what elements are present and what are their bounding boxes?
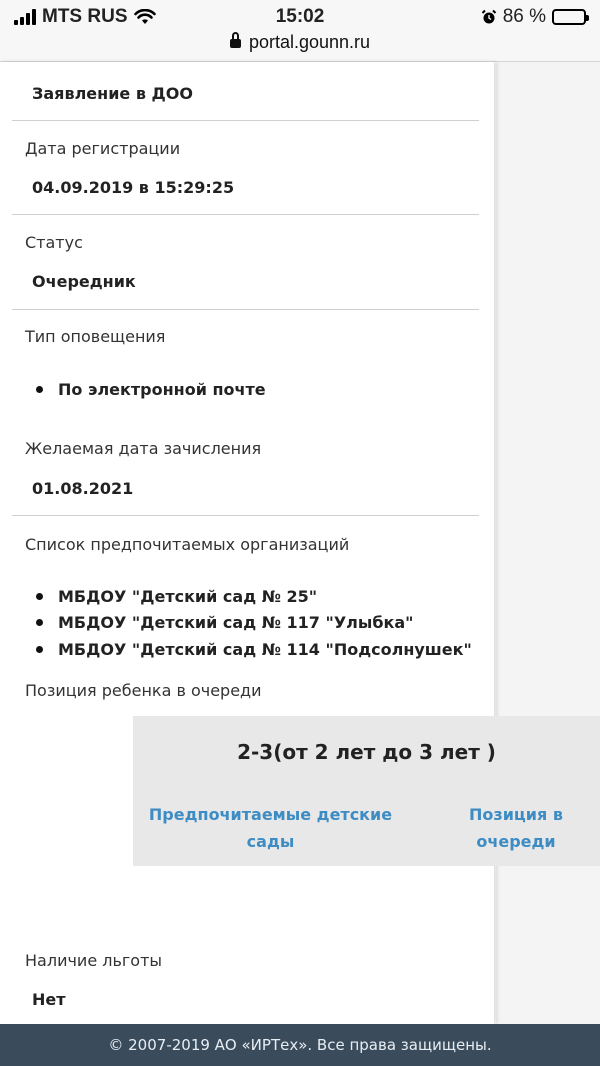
benefit-label: Наличие льготы	[25, 951, 163, 970]
queue-card: 2-3(от 2 лет до 3 лет ) Предпочитаемые д…	[133, 716, 600, 866]
divider	[12, 120, 479, 121]
alarm-icon	[481, 9, 496, 24]
queue-position-link[interactable]: Позиция в очереди	[451, 801, 581, 855]
address-bar[interactable]: portal.gounn.ru	[0, 32, 600, 53]
divider	[12, 515, 479, 516]
footer: © 2007-2019 АО «ИРТех». Все права защище…	[0, 1024, 600, 1066]
status-value: Очередник	[32, 272, 136, 291]
enrollment-date-value: 01.08.2021	[32, 479, 134, 498]
organizations-label: Список предпочитаемых организаций	[25, 535, 350, 554]
divider	[12, 214, 479, 215]
organization-item-text: МБДОУ "Детский сад № 117 "Улыбка"	[58, 613, 414, 632]
divider	[12, 309, 479, 310]
organization-item-text: МБДОУ "Детский сад № 25"	[58, 587, 318, 606]
age-group-title: 2-3(от 2 лет до 3 лет )	[237, 740, 496, 764]
status-right: 86 %	[481, 6, 589, 28]
preferred-kindergartens-link[interactable]: Предпочитаемые детские сады	[143, 801, 398, 855]
organization-item-text: МБДОУ "Детский сад № 114 "Подсолнушек"	[58, 640, 472, 659]
notification-item: По электронной почте	[36, 380, 266, 399]
registration-date-label: Дата регистрации	[25, 139, 181, 158]
notification-item-text: По электронной почте	[58, 380, 266, 399]
lock-icon	[229, 32, 241, 48]
bullet-icon	[36, 646, 43, 653]
battery-icon	[552, 9, 589, 25]
bullet-icon	[36, 619, 43, 626]
side-strip	[496, 62, 600, 1024]
organization-item: МБДОУ "Детский сад № 25"	[36, 587, 317, 606]
benefit-value: Нет	[32, 990, 66, 1009]
notification-label: Тип оповещения	[25, 327, 166, 346]
bullet-icon	[36, 386, 43, 393]
url-text: portal.gounn.ru	[248, 32, 371, 52]
enrollment-date-label: Желаемая дата зачисления	[25, 439, 262, 458]
status-bar: MTS RUS 15:02 86 % portal.gounn.ru	[0, 0, 600, 62]
organization-item: МБДОУ "Детский сад № 114 "Подсолнушек"	[36, 640, 472, 659]
application-title: Заявление в ДОО	[32, 84, 193, 103]
registration-date-value: 04.09.2019 в 15:29:25	[32, 178, 235, 197]
organization-item: МБДОУ "Детский сад № 117 "Улыбка"	[36, 613, 414, 632]
queue-position-label: Позиция ребенка в очереди	[25, 681, 262, 700]
battery-percent: 86 %	[502, 6, 546, 27]
bullet-icon	[36, 593, 43, 600]
status-label: Статус	[25, 233, 83, 252]
